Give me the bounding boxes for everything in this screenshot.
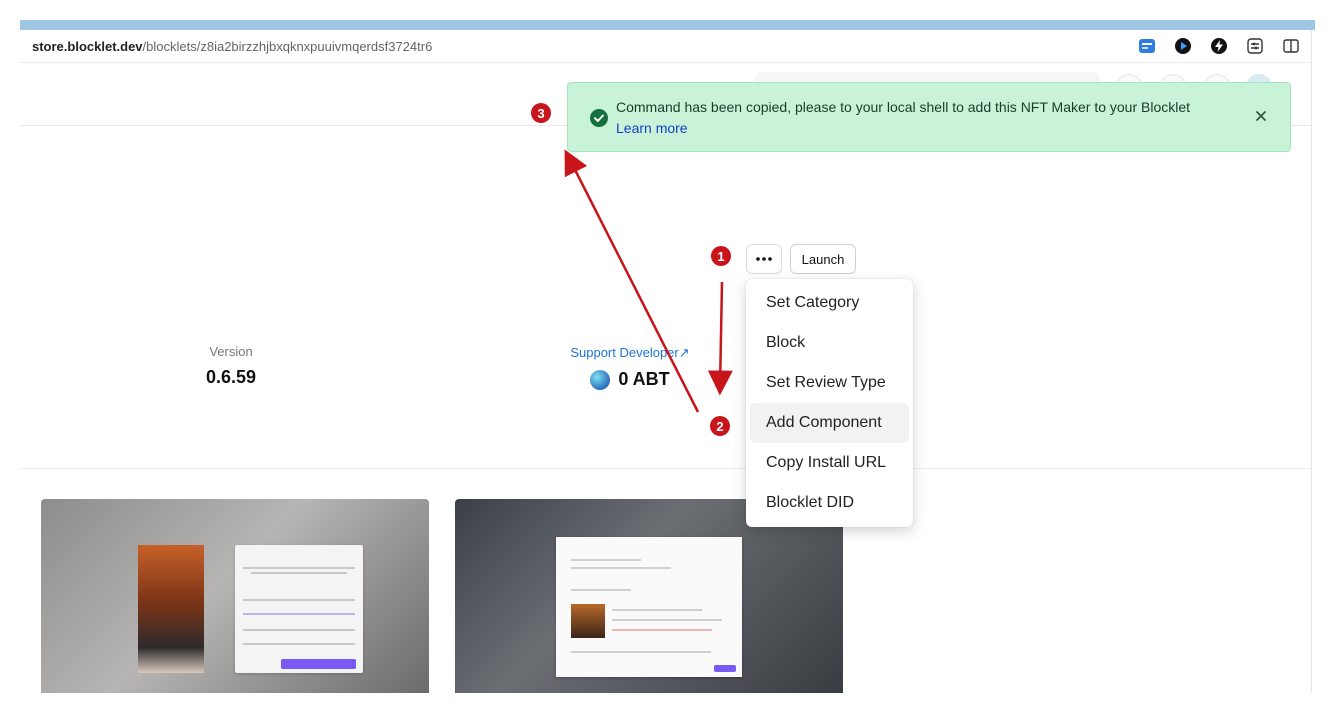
browser-window: store.blocklet.dev/blocklets/z8ia2birzzh…: [20, 30, 1312, 693]
annotation-badge-3: 3: [531, 103, 551, 123]
annotation-arrow-down: [707, 281, 733, 396]
annotation-badge-2: 2: [710, 416, 730, 436]
annotation-badge-1: 1: [711, 246, 731, 266]
screenshot-stage: store.blocklet.dev/blocklets/z8ia2birzzh…: [0, 0, 1335, 713]
window-top-strip: [20, 20, 1315, 30]
annotation-arrow-to-toast: [564, 149, 700, 413]
annotation-arrows: [564, 149, 733, 413]
